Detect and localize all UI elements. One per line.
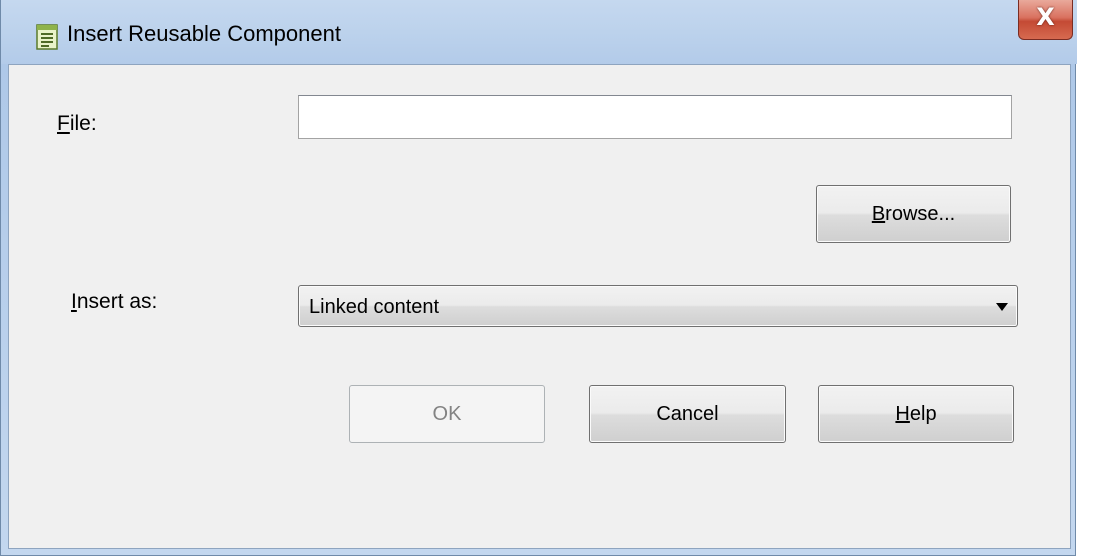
file-label-rest: ile: bbox=[69, 112, 97, 135]
title-bar[interactable]: Insert Reusable Component X bbox=[1, 0, 1077, 64]
insert-as-selected-value: Linked content bbox=[309, 296, 440, 318]
help-button[interactable]: Help bbox=[818, 385, 1014, 443]
ok-button[interactable]: OK bbox=[349, 385, 545, 443]
insert-as-label-rest: nsert as: bbox=[76, 290, 158, 313]
window-title: Insert Reusable Component bbox=[67, 21, 341, 46]
insert-reusable-component-dialog: Insert Reusable Component X File: Browse… bbox=[0, 0, 1077, 556]
file-label: File: bbox=[57, 112, 97, 136]
dropdown-arrow-icon bbox=[996, 303, 1008, 311]
insert-as-label: Insert as: bbox=[71, 290, 157, 314]
insert-as-select[interactable]: Linked content bbox=[298, 285, 1018, 327]
document-icon bbox=[36, 24, 58, 50]
close-button[interactable]: X bbox=[1018, 0, 1073, 40]
cancel-button-label: Cancel bbox=[656, 403, 719, 425]
ok-button-label: OK bbox=[432, 403, 462, 425]
close-icon: X bbox=[1036, 3, 1055, 31]
cancel-button[interactable]: Cancel bbox=[589, 385, 786, 443]
browse-button[interactable]: Browse... bbox=[816, 185, 1011, 243]
help-button-label: Help bbox=[895, 403, 937, 425]
screen-edge bbox=[1076, 0, 1100, 556]
file-label-mnemonic: F bbox=[57, 112, 70, 135]
file-input[interactable] bbox=[298, 95, 1012, 139]
browse-button-label: Browse... bbox=[871, 203, 956, 225]
